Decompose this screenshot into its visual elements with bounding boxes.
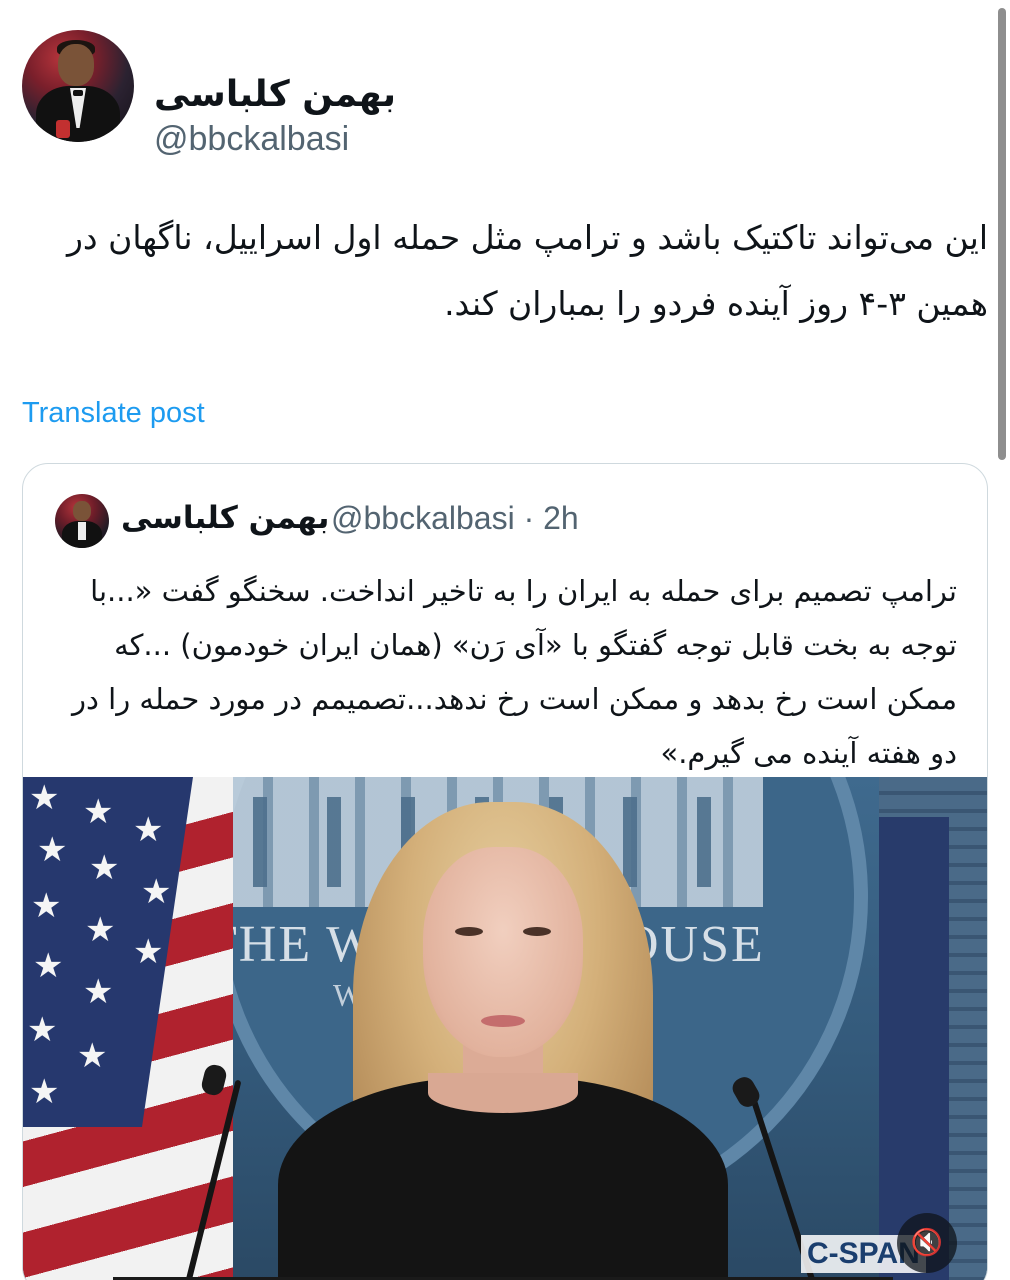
avatar-head xyxy=(58,44,94,86)
speaker-neckline xyxy=(428,1073,578,1113)
star-icon: ★ xyxy=(33,946,64,986)
author-avatar[interactable] xyxy=(22,30,134,142)
star-icon: ★ xyxy=(83,792,114,832)
speaker-left-eye xyxy=(455,927,483,936)
speaker-muted-icon[interactable]: 🔇 xyxy=(897,1213,957,1273)
star-icon: ★ xyxy=(29,778,60,818)
star-icon: ★ xyxy=(133,810,164,850)
star-icon: ★ xyxy=(83,972,114,1012)
author-handle[interactable]: @bbckalbasi xyxy=(154,120,349,159)
quoted-post-meta: @bbckalbasi · 2h xyxy=(331,500,579,536)
speaker-lips xyxy=(481,1015,525,1027)
blue-flag xyxy=(879,817,949,1280)
star-icon: ★ xyxy=(89,848,120,888)
avatar-shirt xyxy=(78,522,86,540)
star-icon: ★ xyxy=(133,932,164,972)
quoted-post-text: ترامپ تصمیم برای حمله به ایران را به تاخ… xyxy=(72,574,957,770)
post-text: این می‌تواند تاکتیک باشد و ترامپ مثل حمل… xyxy=(66,218,988,323)
avatar-microphone xyxy=(56,120,70,138)
avatar-bowtie xyxy=(73,90,83,96)
star-icon: ★ xyxy=(141,872,172,912)
translate-post-link[interactable]: Translate post xyxy=(22,397,205,430)
quoted-author-name: بهمن کلباسی xyxy=(121,500,330,536)
avatar-head xyxy=(73,501,91,521)
star-icon: ★ xyxy=(37,830,68,870)
star-icon: ★ xyxy=(29,1072,60,1112)
star-icon: ★ xyxy=(77,1036,108,1076)
author-name[interactable]: بهمن کلباسی xyxy=(154,74,396,115)
quoted-post-card[interactable]: بهمن کلباسی @bbckalbasi · 2h ترامپ تصمیم… xyxy=(22,463,988,1280)
star-icon: ★ xyxy=(31,886,62,926)
star-icon: ★ xyxy=(85,910,116,950)
star-icon: ★ xyxy=(27,1010,58,1050)
speaker-right-eye xyxy=(523,927,551,936)
post-header: بهمن کلباسی @bbckalbasi xyxy=(22,30,722,158)
quoted-author-avatar xyxy=(55,494,109,548)
scrollbar[interactable] xyxy=(998,8,1006,460)
quoted-post-video[interactable]: THE W OUSE W ★ ★ ★ ★ ★ ★ ★ ★ ★ ★ ★ ★ ★ ★ xyxy=(23,777,987,1280)
